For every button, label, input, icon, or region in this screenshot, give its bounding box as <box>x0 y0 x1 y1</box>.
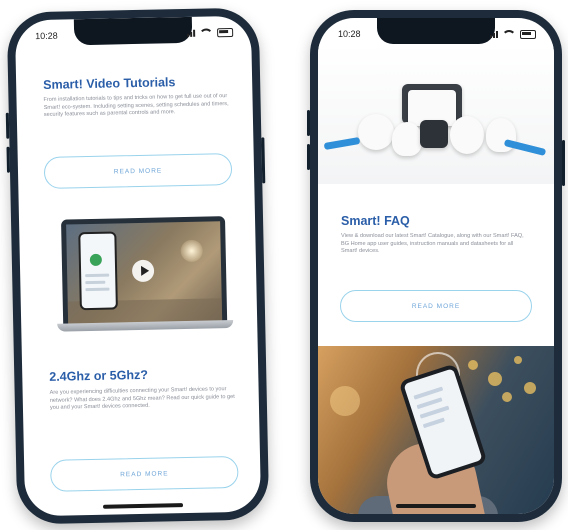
status-bar: 10:28 <box>35 25 234 43</box>
phone-screen: 10:28 Smart! Video Tutorials From instal… <box>14 15 262 517</box>
home-indicator <box>396 504 476 508</box>
status-bar: 10:28 <box>338 27 536 41</box>
video-thumbnail[interactable] <box>55 216 234 340</box>
wifi-bands-title: 2.4Ghz or 5Ghz? <box>49 367 149 384</box>
smart-bulb <box>358 114 394 150</box>
volume-button <box>6 146 11 173</box>
wifi-icon <box>199 27 214 38</box>
video-tutorials-title: Smart! Video Tutorials <box>43 75 176 92</box>
power-button <box>261 137 266 184</box>
cable <box>503 139 547 156</box>
smart-bulb <box>450 116 484 154</box>
phone-mockup-right: 10:28 Smart! FAQ View & download our lat… <box>307 10 565 522</box>
phone-screen: 10:28 Smart! FAQ View & download our lat… <box>318 18 554 514</box>
status-time: 10:28 <box>35 30 58 42</box>
volume-button <box>307 144 310 170</box>
read-more-button[interactable]: READ MORE <box>340 290 532 322</box>
battery-icon <box>520 29 536 39</box>
faq-description: View & download our latest Smart! Catalo… <box>341 233 524 255</box>
signal-icon <box>187 29 196 37</box>
power-button <box>562 140 565 186</box>
wifi-icon <box>502 29 516 39</box>
smart-sensor <box>420 120 448 148</box>
status-time: 10:28 <box>338 29 361 39</box>
cable <box>323 136 361 151</box>
volume-button <box>307 110 310 136</box>
signal-icon <box>490 30 498 38</box>
home-indicator <box>102 503 184 509</box>
video-tutorials-description: From installation tutorials to tips and … <box>43 93 229 119</box>
read-more-button[interactable]: READ MORE <box>50 455 239 492</box>
wifi-bands-description: Are you experiencing difficulties connec… <box>49 386 235 412</box>
faq-title: Smart! FAQ <box>341 214 410 228</box>
battery-icon <box>217 27 234 37</box>
smart-products-image <box>318 44 554 184</box>
smartphone-app-image <box>78 231 118 311</box>
volume-button <box>5 112 10 139</box>
smart-bulb <box>392 122 422 156</box>
read-more-button[interactable]: READ MORE <box>43 153 233 189</box>
phone-mockup-left: 10:28 Smart! Video Tutorials From instal… <box>5 7 270 525</box>
smartphone-in-hand-photo <box>318 346 554 514</box>
